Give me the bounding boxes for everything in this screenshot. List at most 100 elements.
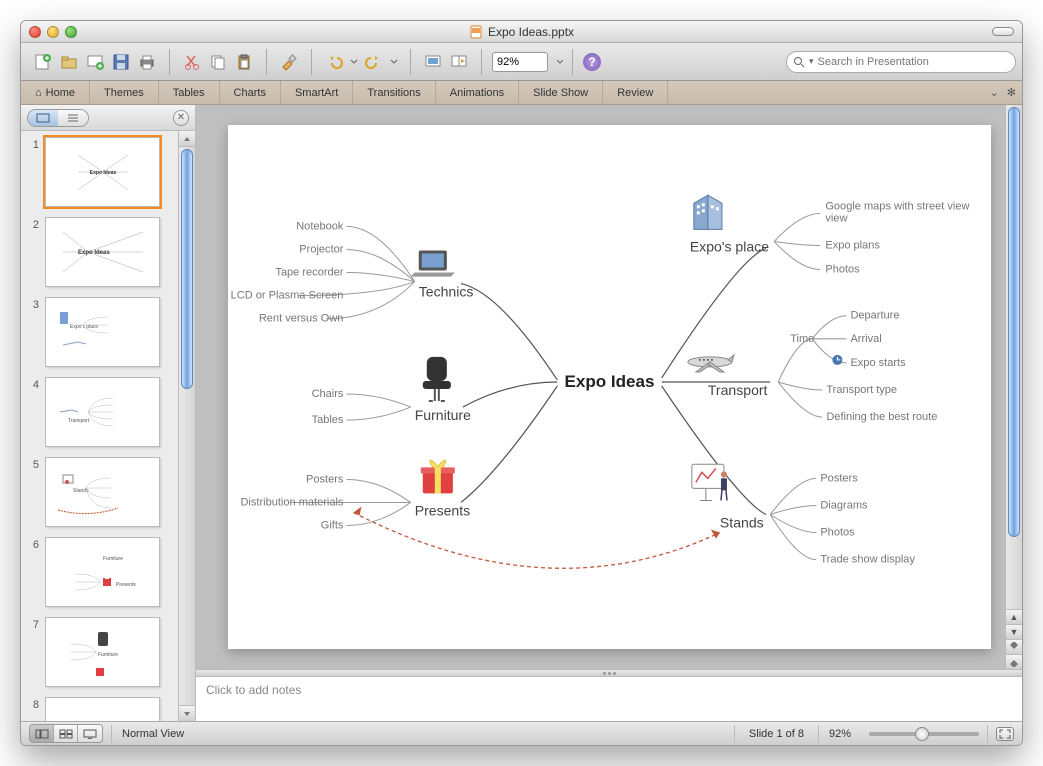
sorter-view-button[interactable] xyxy=(54,725,78,742)
undo-dropdown[interactable] xyxy=(348,50,360,74)
print-button[interactable] xyxy=(135,50,159,74)
open-button[interactable] xyxy=(57,50,81,74)
svg-text:Expo's place: Expo's place xyxy=(690,238,769,254)
slide-thumbnail-6[interactable]: Furniture Presents xyxy=(45,537,160,607)
svg-text:Arrival: Arrival xyxy=(850,333,881,345)
notes-splitter[interactable] xyxy=(196,669,1022,677)
tab-tables[interactable]: Tables xyxy=(159,81,220,104)
svg-text:Technics: Technics xyxy=(419,284,474,300)
slide-thumbnail-3[interactable]: Expo's place xyxy=(45,297,160,367)
close-panel-button[interactable]: ✕ xyxy=(173,110,189,126)
tab-themes[interactable]: Themes xyxy=(90,81,159,104)
slide-indicator: Slide 1 of 8 xyxy=(735,728,818,740)
fit-to-window-button[interactable] xyxy=(996,727,1014,741)
new-slide-button[interactable] xyxy=(83,50,107,74)
slideshow-view-button[interactable] xyxy=(78,725,102,742)
tab-review[interactable]: Review xyxy=(603,81,668,104)
svg-text:Expo starts: Expo starts xyxy=(850,357,906,369)
sidebar-scroll-thumb[interactable] xyxy=(181,149,193,389)
titlebar: Expo Ideas.pptx xyxy=(21,21,1022,43)
prev-slide-button[interactable] xyxy=(1006,639,1022,654)
svg-text:Expo Ideas: Expo Ideas xyxy=(89,170,116,176)
undo-button[interactable] xyxy=(322,50,346,74)
copy-button[interactable] xyxy=(206,50,230,74)
slide-panel: ✕ 1Expo Ideas 2Expo Ideas 3Expo's place … xyxy=(21,105,196,721)
zoom-percent[interactable]: 92% xyxy=(819,728,861,740)
slide-thumbnail-1[interactable]: Expo Ideas xyxy=(45,137,160,207)
cut-button[interactable] xyxy=(180,50,204,74)
canvas-scrollbar[interactable]: ▲ ▼ xyxy=(1005,105,1022,669)
svg-text:Distribution materials: Distribution materials xyxy=(240,496,343,508)
document-icon xyxy=(469,25,483,39)
view-label: Normal View xyxy=(112,728,194,740)
sidebar-scrollbar[interactable] xyxy=(178,131,195,721)
zoom-dropdown[interactable] xyxy=(554,55,566,69)
svg-text:Posters: Posters xyxy=(306,473,344,485)
scroll-up-button[interactable]: ▲ xyxy=(1006,609,1022,624)
slide-thumbnail-8[interactable]: Technics xyxy=(45,697,160,721)
svg-text:Chairs: Chairs xyxy=(312,388,344,400)
search-icon xyxy=(793,56,805,68)
notes-pane[interactable]: Click to add notes xyxy=(196,677,1022,721)
tab-animations[interactable]: Animations xyxy=(436,81,519,104)
zoom-slider-knob[interactable] xyxy=(915,727,929,741)
search-field[interactable]: ▾ xyxy=(786,51,1016,73)
normal-view-button[interactable] xyxy=(30,725,54,742)
format-painter-button[interactable] xyxy=(277,50,301,74)
save-button[interactable] xyxy=(109,50,133,74)
svg-text:view: view xyxy=(825,212,847,224)
minimize-window-button[interactable] xyxy=(47,26,59,38)
help-button[interactable]: ? xyxy=(583,53,601,71)
thumbnail-list: 1Expo Ideas 2Expo Ideas 3Expo's place 4T… xyxy=(21,131,178,721)
thumbnails-view-button[interactable] xyxy=(28,110,58,126)
slide-thumbnail-7[interactable]: Furniture xyxy=(45,617,160,687)
new-button[interactable] xyxy=(31,50,55,74)
search-input[interactable] xyxy=(818,56,1009,68)
svg-text:Transport: Transport xyxy=(708,382,768,398)
redo-button[interactable] xyxy=(362,50,386,74)
slide-content[interactable]: Expo Ideas xyxy=(228,125,991,649)
tab-smartart[interactable]: SmartArt xyxy=(281,81,353,104)
slide-thumbnail-2[interactable]: Expo Ideas xyxy=(45,217,160,287)
svg-text:LCD or Plasma Screen: LCD or Plasma Screen xyxy=(231,290,344,302)
tab-home[interactable]: Home xyxy=(21,81,90,104)
traffic-lights xyxy=(29,26,77,38)
main-toolbar: ? ▾ xyxy=(21,43,1022,81)
slide-canvas-area[interactable]: Expo Ideas xyxy=(196,105,1005,669)
tab-charts[interactable]: Charts xyxy=(220,81,281,104)
svg-text:Presents: Presents xyxy=(116,582,136,588)
canvas-scroll-thumb[interactable] xyxy=(1008,107,1020,537)
slide-thumbnail-5[interactable]: Stands xyxy=(45,457,160,527)
svg-text:Presents: Presents xyxy=(415,503,470,519)
outline-view-button[interactable] xyxy=(58,110,88,126)
slide-thumbnail-4[interactable]: Transport xyxy=(45,377,160,447)
play-from-start-button[interactable] xyxy=(447,50,471,74)
tab-transitions[interactable]: Transitions xyxy=(353,81,435,104)
svg-text:Defining the best route: Defining the best route xyxy=(826,411,937,423)
slide-show-button[interactable] xyxy=(421,50,445,74)
ribbon-settings-icon[interactable]: ✻ xyxy=(1007,86,1016,99)
scroll-down-button[interactable]: ▼ xyxy=(1006,624,1022,639)
toolbar-toggle-button[interactable] xyxy=(992,27,1014,36)
view-mode-toggle xyxy=(27,109,89,127)
svg-text:Trade show display: Trade show display xyxy=(820,554,915,566)
svg-text:Furniture: Furniture xyxy=(103,556,123,562)
zoom-slider[interactable] xyxy=(869,732,979,736)
redo-dropdown[interactable] xyxy=(388,50,400,74)
svg-text:Google maps with street view: Google maps with street view xyxy=(825,200,969,212)
svg-text:Projector: Projector xyxy=(299,243,343,255)
paste-button[interactable] xyxy=(232,50,256,74)
svg-text:Furniture: Furniture xyxy=(415,407,471,423)
svg-text:Time: Time xyxy=(790,333,814,345)
close-window-button[interactable] xyxy=(29,26,41,38)
zoom-level-input[interactable] xyxy=(492,52,548,72)
zoom-window-button[interactable] xyxy=(65,26,77,38)
svg-text:Departure: Departure xyxy=(850,310,899,322)
next-slide-button[interactable] xyxy=(1006,654,1022,669)
svg-text:Tables: Tables xyxy=(312,414,344,426)
svg-text:Transport type: Transport type xyxy=(826,384,897,396)
ribbon-collapse-icon[interactable]: ⌄ xyxy=(990,86,999,99)
tab-slide-show[interactable]: Slide Show xyxy=(519,81,603,104)
svg-text:Transport: Transport xyxy=(68,418,90,424)
svg-text:Gifts: Gifts xyxy=(321,520,344,532)
